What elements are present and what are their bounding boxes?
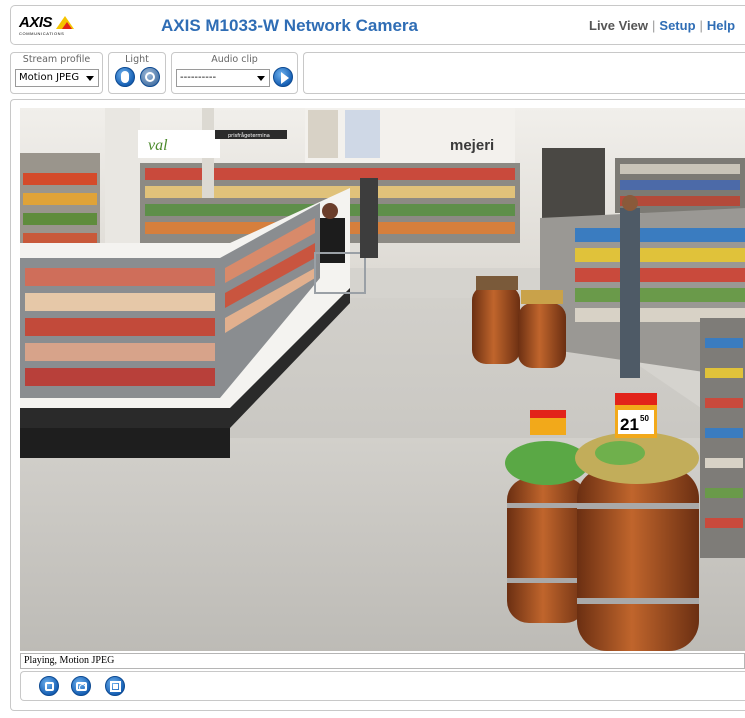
- logo-subtext: COMMUNICATIONS: [19, 31, 65, 36]
- price-tag-right-value: 21: [620, 415, 639, 434]
- header-bar: AXIS COMMUNICATIONS AXIS M1033-W Network…: [10, 5, 745, 45]
- light-off-button[interactable]: [140, 67, 160, 87]
- fullscreen-icon: [110, 681, 121, 692]
- light-off-icon: [145, 72, 155, 82]
- logo-triangle-red-icon: [62, 22, 72, 29]
- barrel-back-right: [518, 303, 566, 368]
- sign-val-text: val: [148, 137, 168, 154]
- fullscreen-button[interactable]: [105, 676, 125, 696]
- audio-clip-label: Audio clip: [211, 54, 258, 65]
- play-icon: [281, 72, 289, 84]
- snapshot-button[interactable]: [71, 676, 91, 696]
- shopper-woman: [320, 218, 345, 263]
- logo-wordmark: AXIS: [19, 14, 53, 31]
- shopper-back: [360, 178, 378, 258]
- stop-button[interactable]: [39, 676, 59, 696]
- nav-live-view[interactable]: Live View: [589, 18, 648, 33]
- price-tag-right-cents: 50: [640, 414, 649, 423]
- stream-profile-group: Stream profile Motion JPEG: [10, 52, 103, 94]
- axis-logo: AXIS COMMUNICATIONS: [19, 14, 79, 38]
- stream-profile-select[interactable]: Motion JPEG: [15, 69, 99, 87]
- nav-separator: |: [699, 18, 703, 33]
- nav-setup[interactable]: Setup: [659, 18, 695, 33]
- nav-help[interactable]: Help: [707, 18, 735, 33]
- audio-clip-select[interactable]: ----------: [176, 69, 270, 87]
- video-frame: val prisfrågetermina mejeri 21 50: [20, 108, 745, 651]
- sign-dark-text: prisfrågetermina: [228, 132, 270, 139]
- live-video-stream[interactable]: val prisfrågetermina mejeri 21 50: [20, 108, 745, 651]
- stream-profile-label: Stream profile: [22, 54, 91, 65]
- nav-separator: |: [652, 18, 656, 33]
- light-label: Light: [125, 54, 149, 65]
- sign-mejeri-text: mejeri: [450, 137, 494, 154]
- stop-icon: [45, 682, 54, 691]
- video-control-bar: [20, 671, 745, 701]
- shopper-man: [620, 208, 640, 378]
- status-bar: Playing, Motion JPEG: [20, 653, 745, 669]
- barrel-front-right: [577, 468, 699, 651]
- snapshot-icon: [76, 682, 87, 691]
- light-on-button[interactable]: [115, 67, 135, 87]
- stream-profile-value: Motion JPEG: [19, 72, 80, 83]
- audio-clip-group: Audio clip ----------: [171, 52, 298, 94]
- audio-clip-value: ----------: [180, 72, 217, 83]
- light-group: Light: [108, 52, 166, 94]
- barrel-back-left: [472, 286, 520, 364]
- page-title: AXIS M1033-W Network Camera: [161, 16, 418, 35]
- chevron-down-icon: [86, 76, 94, 81]
- top-nav: Live View | Setup | Help: [589, 18, 735, 33]
- pillar: [105, 108, 140, 248]
- door: [542, 148, 605, 218]
- light-on-icon: [121, 71, 129, 83]
- barrel-front-left: [507, 478, 587, 623]
- chevron-down-icon: [257, 76, 265, 81]
- empty-control-panel: [303, 52, 745, 94]
- play-audio-button[interactable]: [273, 67, 293, 87]
